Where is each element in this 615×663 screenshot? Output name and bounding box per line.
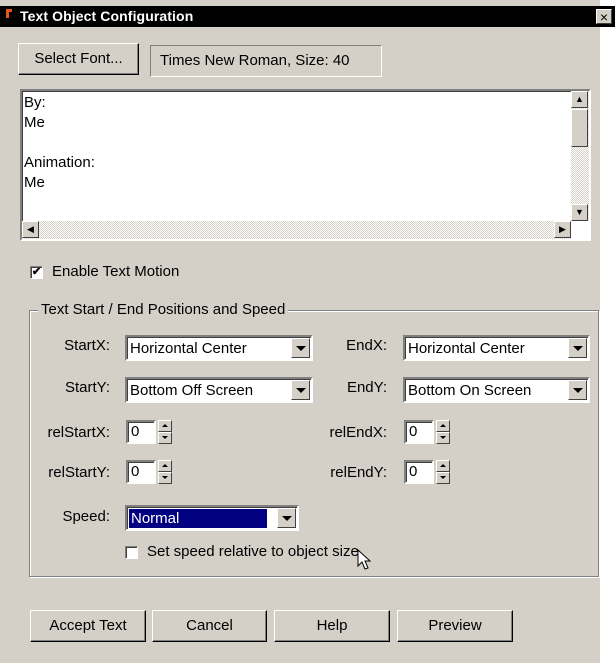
scroll-left-icon[interactable]: ◀ (22, 221, 39, 238)
help-button[interactable]: Help (274, 610, 390, 642)
chevron-down-icon[interactable] (291, 380, 310, 400)
group-title: Text Start / End Positions and Speed (38, 301, 289, 318)
cancel-button[interactable]: Cancel (152, 610, 267, 642)
chevron-down-icon[interactable] (568, 338, 587, 358)
speed-value: Normal (128, 508, 268, 529)
vertical-scrollbar[interactable]: ▲ ▼ (571, 91, 589, 221)
spin-down-icon[interactable] (158, 472, 172, 484)
mouse-pointer-icon (357, 549, 372, 570)
relendy-input[interactable]: 0 (404, 460, 434, 484)
relative-speed-label: Set speed relative to object size (147, 543, 359, 560)
horizontal-scrollbar[interactable]: ◀ ▶ (22, 221, 571, 239)
scroll-down-icon[interactable]: ▼ (571, 204, 588, 221)
window-title: Text Object Configuration (20, 8, 194, 24)
relative-speed-checkbox[interactable] (125, 546, 138, 559)
spin-down-icon[interactable] (436, 472, 450, 484)
endy-label: EndY: (346, 379, 387, 396)
speed-label: Speed: (62, 508, 110, 525)
vertical-scroll-thumb[interactable] (571, 109, 588, 147)
spin-up-icon[interactable] (158, 420, 172, 432)
accept-text-button[interactable]: Accept Text (30, 610, 146, 642)
chevron-down-icon[interactable] (277, 508, 296, 528)
title-bar[interactable]: Text Object Configuration × (0, 6, 615, 27)
endy-value: Bottom On Screen (408, 382, 532, 399)
starty-value: Bottom Off Screen (130, 382, 254, 399)
spin-up-icon[interactable] (158, 460, 172, 472)
endx-value: Horizontal Center (408, 340, 525, 357)
speed-dropdown[interactable]: Normal (125, 505, 299, 531)
preview-button[interactable]: Preview (397, 610, 513, 642)
endx-dropdown[interactable]: Horizontal Center (403, 335, 590, 361)
relstarty-input[interactable]: 0 (126, 460, 156, 484)
font-display: Times New Roman, Size: 40 (150, 45, 382, 77)
text-content: By: Me Animation: Me (24, 94, 95, 191)
close-icon[interactable]: × (596, 9, 612, 24)
starty-dropdown[interactable]: Bottom Off Screen (125, 377, 313, 403)
enable-text-motion-label: Enable Text Motion (52, 263, 180, 280)
relendx-input[interactable]: 0 (404, 420, 434, 444)
endx-label: EndX: (346, 337, 387, 354)
starty-label: StartY: (64, 379, 110, 396)
spin-down-icon[interactable] (158, 432, 172, 444)
startx-dropdown[interactable]: Horizontal Center (125, 335, 313, 361)
scroll-up-icon[interactable]: ▲ (571, 91, 588, 108)
endy-dropdown[interactable]: Bottom On Screen (403, 377, 590, 403)
app-icon (6, 9, 12, 18)
relstartx-input[interactable]: 0 (126, 420, 156, 444)
spin-up-icon[interactable] (436, 420, 450, 432)
chevron-down-icon[interactable] (568, 380, 587, 400)
spin-down-icon[interactable] (436, 432, 450, 444)
select-font-button[interactable]: Select Font... (18, 43, 139, 75)
text-input-area[interactable]: By: Me Animation: Me ▲ ▼ ◀ ▶ (20, 89, 591, 241)
enable-text-motion-checkbox[interactable]: ✔ (30, 266, 43, 279)
startx-label: StartX: (64, 337, 110, 354)
relstartx-label: relStartX: (47, 424, 110, 441)
dialog-window: Text Object Configuration × Select Font.… (0, 0, 615, 663)
spin-up-icon[interactable] (436, 460, 450, 472)
relendy-label: relEndY: (330, 464, 387, 481)
relendx-label: relEndX: (329, 424, 387, 441)
scroll-right-icon[interactable]: ▶ (554, 221, 571, 238)
chevron-down-icon[interactable] (291, 338, 310, 358)
startx-value: Horizontal Center (130, 340, 247, 357)
relstarty-label: relStartY: (48, 464, 110, 481)
